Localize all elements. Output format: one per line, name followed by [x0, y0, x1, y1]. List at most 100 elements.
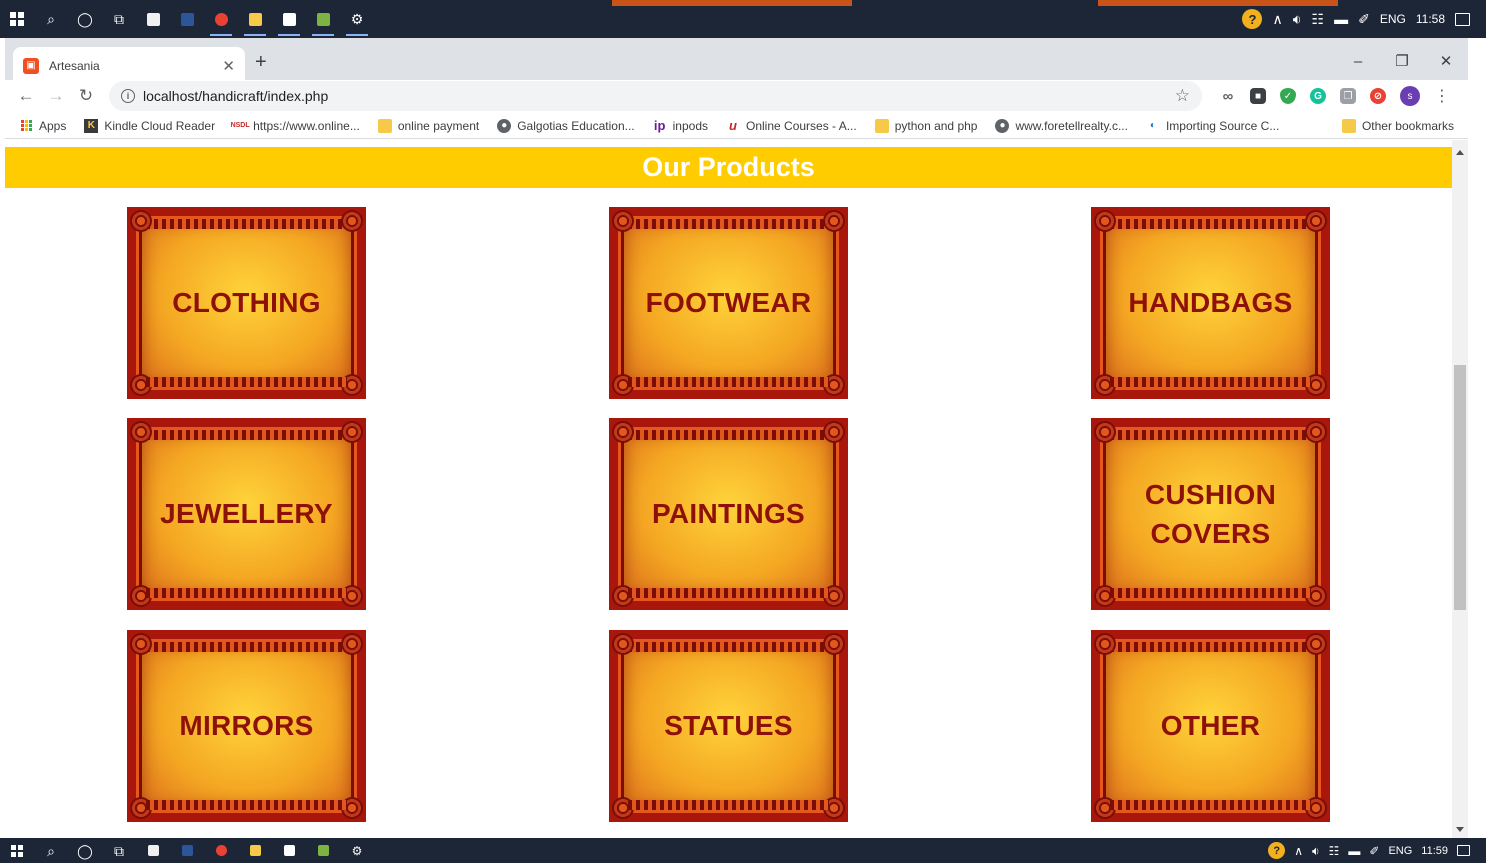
reload-button[interactable]: ↻ — [71, 86, 101, 106]
profile-avatar[interactable]: s — [1400, 86, 1420, 106]
battery-icon[interactable]: ▬ — [1334, 12, 1348, 26]
product-label: HANDBAGS — [1128, 287, 1293, 319]
close-tab-icon[interactable]: ✕ — [222, 57, 235, 75]
pen-icon[interactable]: ✐ — [1369, 845, 1379, 857]
info-icon[interactable]: i — [121, 89, 135, 103]
bookmark-label: online payment — [397, 118, 480, 133]
notepad-icon[interactable] — [272, 838, 306, 863]
product-card-clothing[interactable]: CLOTHING — [127, 207, 366, 399]
background-strip — [612, 0, 852, 6]
search-icon[interactable]: ⌕ — [34, 0, 68, 38]
settings-icon[interactable]: ⚙ — [340, 838, 374, 863]
store-icon[interactable] — [136, 838, 170, 863]
battery-icon[interactable]: ▬ — [1348, 845, 1360, 857]
product-label: CUSHION COVERS — [1144, 478, 1277, 549]
network-icon[interactable]: ☷ — [1329, 845, 1340, 857]
task-view-icon[interactable]: ⧉ — [102, 0, 136, 38]
minimize-button[interactable]: – — [1336, 46, 1380, 76]
scroll-down-icon[interactable] — [1456, 827, 1464, 832]
chrome-icon[interactable] — [204, 0, 238, 38]
language-indicator[interactable]: ENG — [1380, 12, 1406, 26]
new-tab-button[interactable]: + — [255, 51, 267, 74]
bookmark-label: Other bookmarks — [1361, 118, 1454, 133]
bookmark-galgotias[interactable]: ● Galgotias Education... — [497, 118, 635, 133]
store-icon[interactable] — [136, 0, 170, 38]
clock[interactable]: 11:58 — [1416, 12, 1445, 26]
language-indicator[interactable]: ENG — [1388, 845, 1412, 857]
shield-extension-icon[interactable]: ✓ — [1280, 88, 1296, 104]
close-window-button[interactable]: ✕ — [1424, 46, 1468, 76]
help-icon[interactable]: ? — [1242, 9, 1263, 29]
product-card-handbags[interactable]: HANDBAGS — [1091, 207, 1330, 399]
notification-icon[interactable] — [1457, 845, 1470, 856]
volume-icon[interactable]: 🔉︎ — [1293, 12, 1302, 26]
notepad-icon[interactable] — [272, 0, 306, 38]
restore-button[interactable]: ❐ — [1380, 46, 1424, 76]
bookmark-python-php[interactable]: python and php — [874, 118, 977, 133]
scroll-up-icon[interactable] — [1456, 150, 1464, 155]
scrollbar-thumb[interactable] — [1454, 365, 1466, 610]
product-card-paintings[interactable]: PAINTINGS — [609, 418, 848, 610]
bookmark-online-payment[interactable]: online payment — [377, 118, 480, 133]
clock[interactable]: 11:59 — [1421, 845, 1448, 857]
pen-icon[interactable]: ✐ — [1358, 12, 1370, 26]
file-explorer-icon[interactable] — [238, 838, 272, 863]
site-favicon-icon: ▣ — [23, 57, 39, 74]
bookmark-label: www.foretellrealty.c... — [1015, 118, 1128, 133]
menu-kebab-icon[interactable]: ⋮ — [1434, 86, 1450, 106]
copy-extension-icon[interactable]: ❐ — [1340, 88, 1356, 104]
notification-icon[interactable] — [1455, 12, 1470, 26]
chevron-up-icon[interactable]: ∧ — [1294, 845, 1303, 857]
chevron-up-icon[interactable]: ∧ — [1272, 12, 1282, 26]
help-icon[interactable]: ? — [1268, 842, 1286, 859]
tab-title: Artesania — [49, 58, 100, 73]
bookmark-online[interactable]: NSDL https://www.online... — [231, 118, 360, 133]
vertical-scrollbar[interactable] — [1452, 140, 1468, 838]
infinity-extension-icon[interactable]: ∞ — [1220, 88, 1236, 105]
tab-strip: ▣ Artesania ✕ + – ❐ ✕ — [5, 38, 1468, 84]
bookmark-apps[interactable]: Apps — [19, 119, 66, 133]
product-card-jewellery[interactable]: JEWELLERY — [127, 418, 366, 610]
bookmark-foretellrealty[interactable]: ● www.foretellrealty.c... — [995, 118, 1128, 133]
bookmark-kindle[interactable]: K Kindle Cloud Reader — [84, 118, 215, 133]
bookmark-label: inpods — [672, 118, 708, 133]
address-url[interactable]: localhost/handicraft/index.php — [143, 88, 1175, 104]
product-card-footwear[interactable]: FOOTWEAR — [609, 207, 848, 399]
address-bar[interactable]: i localhost/handicraft/index.php ☆ — [109, 81, 1202, 111]
word-icon[interactable] — [170, 0, 204, 38]
package-extension-icon[interactable]: ■ — [1250, 88, 1266, 104]
network-icon[interactable]: ☷ — [1312, 12, 1325, 26]
bookmark-online-courses[interactable]: u Online Courses - A... — [726, 118, 857, 133]
kindle-icon: K — [84, 118, 99, 133]
apps-grid-icon — [19, 119, 33, 133]
product-card-statues[interactable]: STATUES — [609, 630, 848, 822]
bookmark-importing-source[interactable]: ◐ Importing Source C... — [1146, 119, 1279, 133]
settings-icon[interactable]: ⚙ — [340, 0, 374, 38]
photos-icon[interactable] — [306, 838, 340, 863]
bookmark-star-icon[interactable]: ☆ — [1175, 86, 1190, 106]
bookmark-inpods[interactable]: ip inpods — [653, 118, 708, 133]
back-button[interactable]: ← — [11, 86, 41, 106]
search-icon[interactable]: ⌕ — [34, 838, 68, 863]
task-view-icon[interactable]: ⧉ — [102, 838, 136, 863]
chrome-icon[interactable] — [204, 838, 238, 863]
forward-button[interactable]: → — [41, 86, 71, 106]
volume-icon[interactable]: 🔉︎ — [1312, 845, 1320, 857]
product-label: FOOTWEAR — [645, 287, 812, 319]
stop-extension-icon[interactable]: ⊘ — [1370, 88, 1386, 104]
product-card-other[interactable]: OTHER — [1091, 630, 1330, 822]
windows-logo-icon[interactable] — [0, 838, 34, 863]
cortana-icon[interactable]: ◯ — [68, 838, 102, 863]
product-card-mirrors[interactable]: MIRRORS — [127, 630, 366, 822]
word-icon[interactable] — [170, 838, 204, 863]
tab-artesania[interactable]: ▣ Artesania ✕ — [13, 47, 245, 84]
other-bookmarks[interactable]: Other bookmarks — [1341, 118, 1454, 133]
grammarly-icon[interactable]: G — [1310, 88, 1326, 104]
file-explorer-icon[interactable] — [238, 0, 272, 38]
windows-logo-icon[interactable] — [0, 0, 34, 38]
cortana-icon[interactable]: ◯ — [68, 0, 102, 38]
bookmark-label: https://www.online... — [253, 118, 360, 133]
product-card-cushion-covers[interactable]: CUSHION COVERS — [1091, 418, 1330, 610]
photos-icon[interactable] — [306, 0, 340, 38]
page-viewport: Our Products CLOTHING FOOTWEAR HANDBAGS … — [5, 140, 1468, 838]
